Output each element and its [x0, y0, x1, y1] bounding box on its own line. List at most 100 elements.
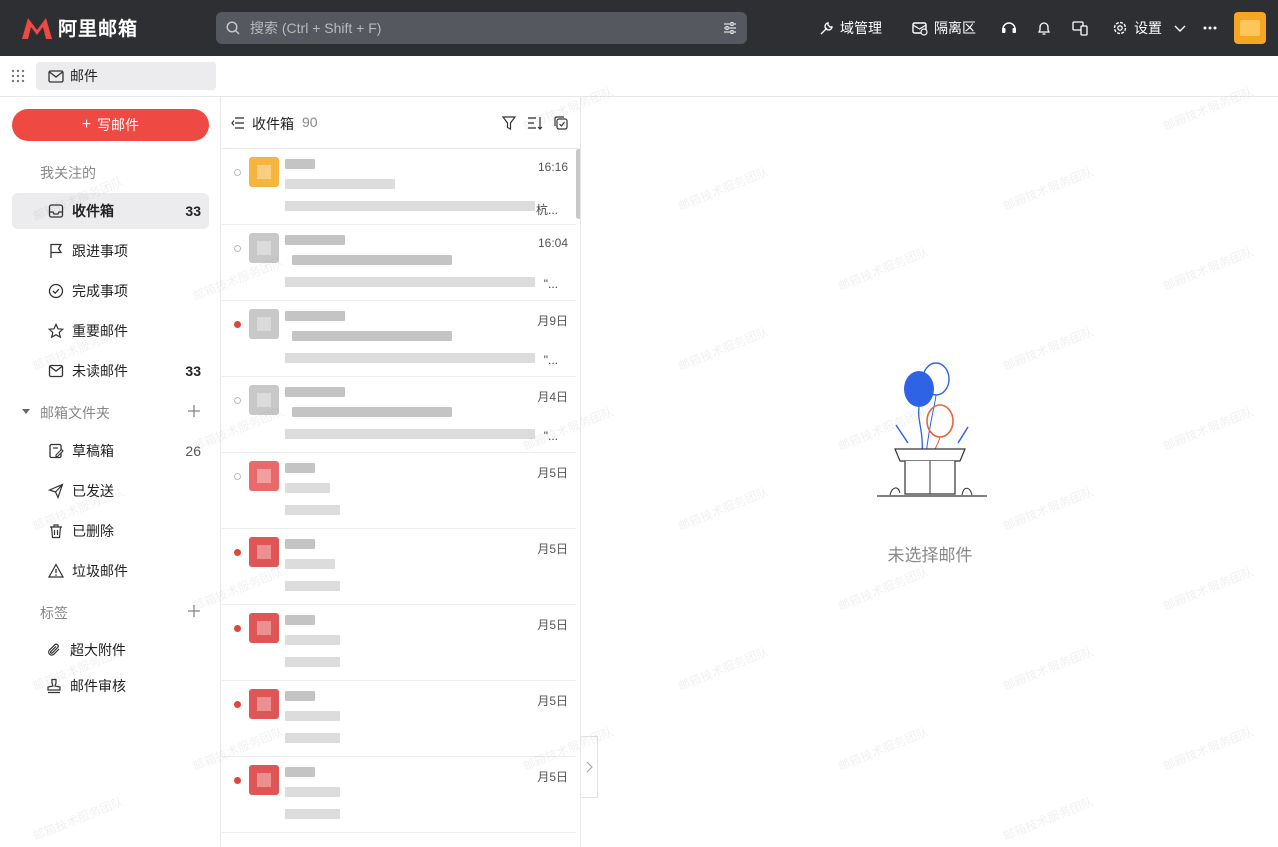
sidebar-item-important[interactable]: 重要邮件 — [12, 313, 209, 349]
redacted-text — [285, 463, 315, 473]
redacted-text — [285, 387, 345, 397]
caret-down-icon[interactable] — [22, 407, 30, 415]
compose-button[interactable]: + 写邮件 — [12, 109, 209, 141]
mail-time: 月5日 — [537, 542, 568, 556]
sidebar-item-drafts[interactable]: 草稿箱 26 — [12, 433, 209, 469]
mail-snippet-tail: 杭... — [535, 203, 558, 217]
module-bar: 邮件 — [0, 56, 1278, 97]
unread-dot-icon[interactable] — [234, 549, 241, 556]
sender-avatar — [249, 157, 279, 187]
mail-time: 月5日 — [537, 466, 568, 480]
unread-dot-icon[interactable] — [234, 701, 241, 708]
sidebar-item-sent[interactable]: 已发送 — [12, 473, 209, 509]
add-tag-plus-icon[interactable] — [187, 604, 201, 618]
send-icon — [48, 483, 64, 499]
plus-icon: + — [81, 116, 92, 133]
redacted-text — [285, 767, 315, 777]
paperclip-icon — [48, 643, 60, 656]
favorites-section-title: 我关注的 — [40, 165, 96, 181]
read-circle-icon[interactable] — [234, 397, 241, 404]
redacted-text — [292, 255, 452, 265]
sender-avatar — [249, 765, 279, 795]
more-dots-icon[interactable] — [1202, 25, 1218, 31]
domain-admin-button[interactable]: 域管理 — [819, 18, 882, 38]
quarantine-button[interactable]: 隔离区 — [912, 18, 976, 38]
unread-dot-icon[interactable] — [234, 321, 241, 328]
gear-icon — [1113, 21, 1127, 35]
mail-row[interactable]: 月4日 "... — [222, 377, 576, 453]
apps-grid-icon[interactable] — [11, 69, 25, 83]
redacted-text — [285, 635, 340, 645]
redacted-text — [285, 581, 340, 591]
mail-snippet-tail: "... — [543, 353, 558, 367]
mail-row[interactable]: 月5日 — [222, 605, 576, 681]
sidebar-item-inbox[interactable]: 收件箱 33 — [12, 193, 209, 229]
sender-avatar — [249, 233, 279, 263]
stamp-icon — [47, 678, 61, 694]
search-input[interactable] — [250, 20, 723, 36]
tab-mail-label: 邮件 — [70, 68, 98, 84]
read-circle-icon[interactable] — [234, 169, 241, 176]
unread-dot-icon[interactable] — [234, 777, 241, 784]
mail-row[interactable]: 月5日 — [222, 757, 576, 833]
sidebar-item-label: 邮件审核 — [70, 678, 126, 694]
star-icon — [48, 323, 64, 339]
unread-dot-icon[interactable] — [234, 625, 241, 632]
sort-icon[interactable] — [527, 115, 543, 131]
mail-time: 月4日 — [537, 390, 568, 404]
mail-row[interactable]: 16:16 杭... — [222, 149, 576, 225]
redacted-text — [285, 809, 340, 819]
mail-row[interactable]: 月5日 — [222, 529, 576, 605]
multi-select-icon[interactable] — [553, 115, 569, 131]
sidebar-item-unread[interactable]: 未读邮件 33 — [12, 353, 209, 389]
chevron-down-icon[interactable] — [1174, 22, 1186, 34]
redacted-text — [285, 657, 340, 667]
sidebar-item-follow-up[interactable]: 跟进事项 — [12, 233, 209, 269]
redacted-text — [285, 201, 535, 211]
redacted-text — [285, 235, 345, 245]
sidebar-item-spam[interactable]: 垃圾邮件 — [12, 553, 209, 589]
search-box[interactable] — [216, 12, 747, 44]
mail-row[interactable]: 月5日 — [222, 681, 576, 757]
read-circle-icon[interactable] — [234, 245, 241, 252]
sidebar-item-label: 已删除 — [72, 523, 114, 539]
read-circle-icon[interactable] — [234, 473, 241, 480]
mail-row[interactable]: 月9日 "... — [222, 301, 576, 377]
add-folder-plus-icon[interactable] — [187, 404, 201, 418]
tab-mail[interactable]: 邮件 — [36, 62, 216, 90]
bell-icon[interactable] — [1036, 20, 1052, 36]
sidebar-item-label: 跟进事项 — [72, 243, 128, 259]
support-headset-icon[interactable] — [1000, 19, 1018, 37]
filter-sliders-icon[interactable] — [723, 21, 737, 35]
scrollbar-thumb[interactable] — [576, 149, 580, 219]
empty-box-balloons-illustration — [877, 362, 987, 497]
sidebar-item-mail-review[interactable]: 邮件审核 — [12, 668, 209, 704]
sidebar-item-deleted[interactable]: 已删除 — [12, 513, 209, 549]
mail-row[interactable]: 16:04 "... — [222, 225, 576, 301]
devices-icon[interactable] — [1072, 20, 1088, 36]
wrench-icon — [820, 21, 833, 34]
unread-count: 33 — [185, 363, 201, 379]
app-title: 阿里邮箱 — [58, 19, 139, 40]
redacted-text — [285, 691, 315, 701]
mail-snippet-tail: "... — [543, 429, 558, 443]
sidebar-item-label: 垃圾邮件 — [72, 563, 128, 579]
empty-state-text: 未选择邮件 — [887, 546, 973, 565]
collapse-menu-icon[interactable] — [231, 116, 245, 130]
mail-row[interactable]: 月5日 — [222, 453, 576, 529]
sidebar-item-large-attachments[interactable]: 超大附件 — [12, 632, 209, 668]
settings-button[interactable]: 设置 — [1112, 18, 1162, 38]
redacted-text — [285, 277, 535, 287]
redacted-text — [285, 559, 335, 569]
redacted-text — [285, 615, 315, 625]
app-logo[interactable]: 阿里邮箱 — [20, 14, 138, 41]
filter-funnel-icon[interactable] — [501, 115, 517, 131]
sidebar-item-done[interactable]: 完成事项 — [12, 273, 209, 309]
trash-icon — [50, 524, 62, 539]
sender-avatar — [249, 689, 279, 719]
check-circle-icon — [48, 283, 64, 299]
redacted-text — [285, 733, 340, 743]
mail-snippet-tail: "... — [543, 277, 558, 291]
mail-time: 16:04 — [537, 236, 568, 250]
user-avatar[interactable] — [1234, 12, 1266, 44]
